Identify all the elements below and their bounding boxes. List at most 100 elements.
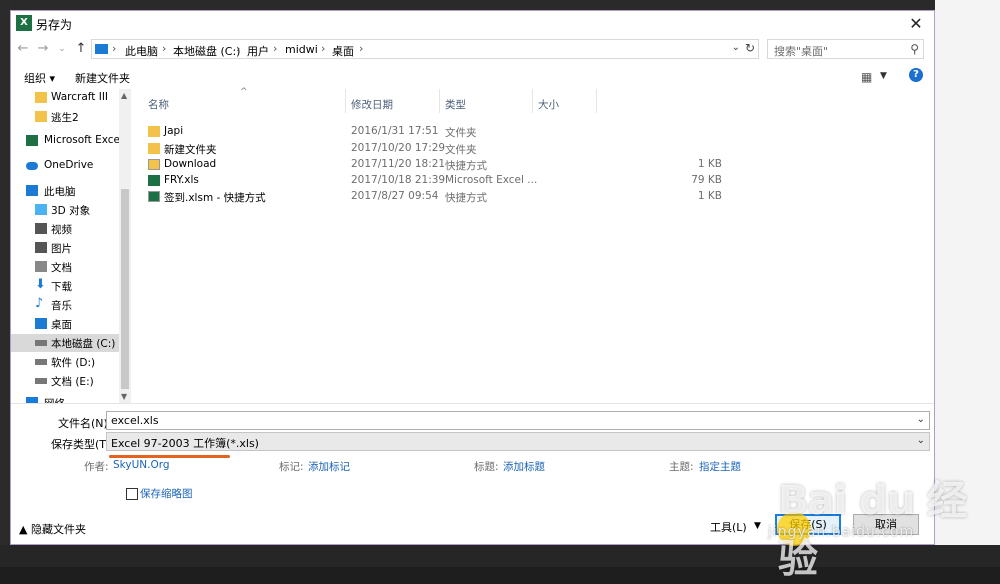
subject-label: 主题: [669, 461, 694, 473]
column-header-date[interactable]: 修改日期 [351, 97, 393, 112]
nav-item-downloads[interactable]: ⬇ 下载 [11, 277, 119, 295]
folder-icon [35, 111, 47, 122]
breadcrumb-item[interactable]: 本地磁盘 (C:) [173, 43, 240, 59]
cloud-icon [26, 162, 38, 170]
nav-item-network[interactable]: 网络 [11, 394, 119, 403]
sort-up-icon: ^ [240, 87, 248, 97]
nav-item-onedrive[interactable]: OneDrive [11, 157, 119, 175]
filename-input[interactable]: excel.xls ⌄ [106, 411, 930, 430]
file-row[interactable]: 新建文件夹 2017/10/20 17:29 文件夹 [132, 141, 932, 157]
watermark-url: jingyan.baidu.com [768, 524, 915, 540]
file-row[interactable]: FRY.xls 2017/10/18 21:39 Microsoft Excel… [132, 173, 932, 189]
navigation-pane: Warcraft III 逃生2 Microsoft Excel OneDriv… [11, 89, 131, 403]
excel-file-icon [148, 175, 160, 186]
background-top [0, 0, 1000, 10]
nav-item-warcraft[interactable]: Warcraft III [11, 89, 119, 107]
nav-item-3d-objects[interactable]: 3D 对象 [11, 201, 119, 219]
computer-icon [95, 44, 108, 54]
address-bar[interactable]: › 此电脑 › 本地磁盘 (C:) › 用户 › midwi › 桌面 › ⌄ … [91, 39, 759, 59]
video-icon [35, 223, 47, 234]
nav-item-escape2[interactable]: 逃生2 [11, 108, 119, 126]
folder-icon [35, 92, 47, 103]
back-arrow-icon[interactable]: ← [15, 41, 31, 56]
title-label: 标题: [474, 461, 499, 473]
forward-arrow-icon[interactable]: → [35, 41, 51, 56]
up-arrow-icon[interactable]: ↑ [73, 41, 89, 56]
authors-value[interactable]: SkyUN.Org [113, 459, 170, 471]
nav-item-pictures[interactable]: 图片 [11, 239, 119, 257]
breadcrumb-item[interactable]: 桌面 [332, 43, 354, 59]
organize-button[interactable]: 组织 ▾ [24, 70, 55, 86]
excel-icon [26, 135, 38, 146]
divider [11, 403, 934, 404]
column-header-type[interactable]: 类型 [445, 97, 466, 112]
breadcrumb-item[interactable]: 用户 [247, 43, 269, 59]
nav-item-this-pc[interactable]: 此电脑 [11, 182, 119, 200]
nav-item-desktop[interactable]: 桌面 [11, 315, 119, 333]
file-row[interactable]: Japi 2016/1/31 17:51 文件夹 [132, 124, 932, 140]
column-header-size[interactable]: 大小 [538, 97, 559, 112]
close-button[interactable]: ✕ [904, 13, 928, 35]
filetype-label: 保存类型(T): [51, 438, 115, 451]
column-header-name[interactable]: 名称 [148, 97, 169, 112]
title-value[interactable]: 添加标题 [503, 459, 545, 474]
recent-dropdown-icon[interactable]: ⌄ [54, 44, 70, 54]
view-dropdown-icon[interactable]: ▼ [880, 71, 887, 81]
thumbnail-label[interactable]: 保存缩略图 [140, 486, 193, 501]
nav-item-drive-d[interactable]: 软件 (D:) [11, 353, 119, 371]
navigation-bar: ← → ⌄ ↑ › 此电脑 › 本地磁盘 (C:) › 用户 › midwi ›… [11, 39, 934, 61]
dialog-title: 另存为 [36, 18, 73, 32]
thumbnail-checkbox[interactable] [126, 488, 138, 500]
computer-icon [26, 185, 38, 196]
authors-label: 作者: [84, 461, 109, 473]
scroll-down-icon[interactable]: ▼ [121, 392, 127, 401]
search-input[interactable]: 搜索"桌面" ⚲ [767, 39, 924, 59]
nav-item-excel[interactable]: Microsoft Excel [11, 132, 123, 150]
cube-icon [35, 204, 47, 215]
tools-button[interactable]: 工具(L) [710, 519, 747, 535]
nav-item-local-disk-c[interactable]: 本地磁盘 (C:) [11, 334, 119, 352]
new-folder-button[interactable]: 新建文件夹 [75, 70, 130, 86]
view-options-icon[interactable]: ▦ [861, 70, 872, 84]
chevron-down-icon[interactable]: ⌄ [917, 414, 925, 425]
drive-icon [35, 340, 47, 346]
nav-item-videos[interactable]: 视频 [11, 220, 119, 238]
filetype-select[interactable]: Excel 97-2003 工作簿(*.xls) ⌄ [106, 432, 930, 451]
chevron-down-icon[interactable]: ⌄ [917, 435, 925, 446]
file-row[interactable]: Download 2017/11/20 18:21 快捷方式 1 KB [132, 157, 932, 173]
download-icon: ⬇ [35, 277, 46, 292]
nav-item-music[interactable]: ♪ 音乐 [11, 296, 119, 314]
nav-pane-scroll-thumb[interactable] [121, 189, 129, 389]
file-list: 名称 ^ 修改日期 类型 大小 Japi 2016/1/31 17:51 文件夹… [132, 87, 932, 403]
nav-item-documents[interactable]: 文档 [11, 258, 119, 276]
watermark: Bai du 经验 jingyan.baidu.com [760, 458, 990, 582]
help-icon[interactable]: ? [909, 68, 923, 82]
breadcrumb-item[interactable]: midwi [285, 43, 318, 56]
desktop-icon [35, 318, 47, 329]
shortcut-icon [148, 159, 160, 170]
scroll-up-icon[interactable]: ▲ [121, 91, 127, 100]
excel-app-icon: X [16, 15, 32, 31]
address-dropdown-icon[interactable]: ⌄ [732, 42, 740, 53]
title-bar: X 另存为 ✕ [11, 11, 934, 37]
filename-label: 文件名(N): [58, 417, 112, 430]
refresh-icon[interactable]: ↻ [745, 41, 755, 55]
highlight-underline [109, 455, 230, 458]
breadcrumb-item[interactable]: 此电脑 [125, 43, 158, 59]
excel-shortcut-icon [148, 191, 160, 202]
music-icon: ♪ [35, 296, 44, 311]
command-bar: 组织 ▾ 新建文件夹 ▦ ▼ ? [11, 67, 934, 89]
search-icon[interactable]: ⚲ [910, 42, 919, 56]
picture-icon [35, 242, 47, 253]
folder-icon [148, 143, 160, 154]
drive-icon [35, 378, 47, 384]
tags-value[interactable]: 添加标记 [308, 459, 350, 474]
folder-icon [148, 126, 160, 137]
nav-item-drive-e[interactable]: 文档 (E:) [11, 372, 119, 390]
subject-value[interactable]: 指定主题 [699, 459, 741, 474]
hide-folders-label: 隐藏文件夹 [30, 523, 86, 536]
document-icon [35, 261, 47, 272]
file-row[interactable]: 签到.xlsm - 快捷方式 2017/8/27 09:54 快捷方式 1 KB [132, 189, 932, 205]
search-placeholder: 搜索"桌面" [774, 45, 829, 58]
hide-folders-button[interactable]: ▲ 隐藏文件夹 [19, 521, 86, 537]
